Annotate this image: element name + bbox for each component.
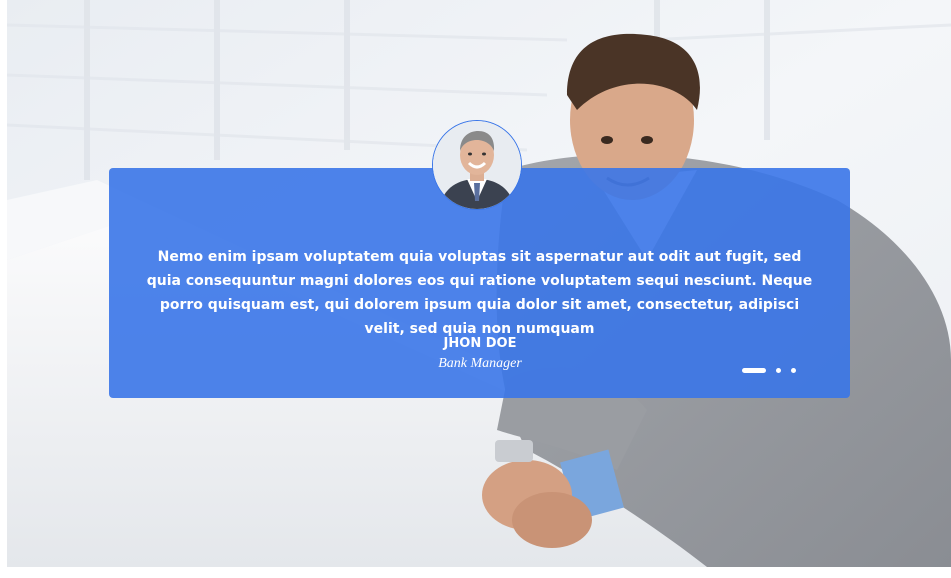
testimonial-quote: Nemo enim ipsam voluptatem quia voluptas…	[146, 249, 813, 337]
testimonial-section: Nemo enim ipsam voluptatem quia voluptas…	[0, 0, 951, 578]
author-name: JHON DOE	[443, 336, 517, 351]
left-edge	[0, 0, 7, 578]
carousel-dot-1-active[interactable]	[742, 368, 766, 373]
author-role: Bank Manager	[438, 356, 522, 371]
bottom-edge	[0, 567, 951, 578]
carousel-dot-3[interactable]	[791, 368, 796, 373]
author-photo-icon	[433, 121, 521, 209]
carousel-dot-2[interactable]	[776, 368, 781, 373]
author-avatar	[432, 120, 522, 210]
